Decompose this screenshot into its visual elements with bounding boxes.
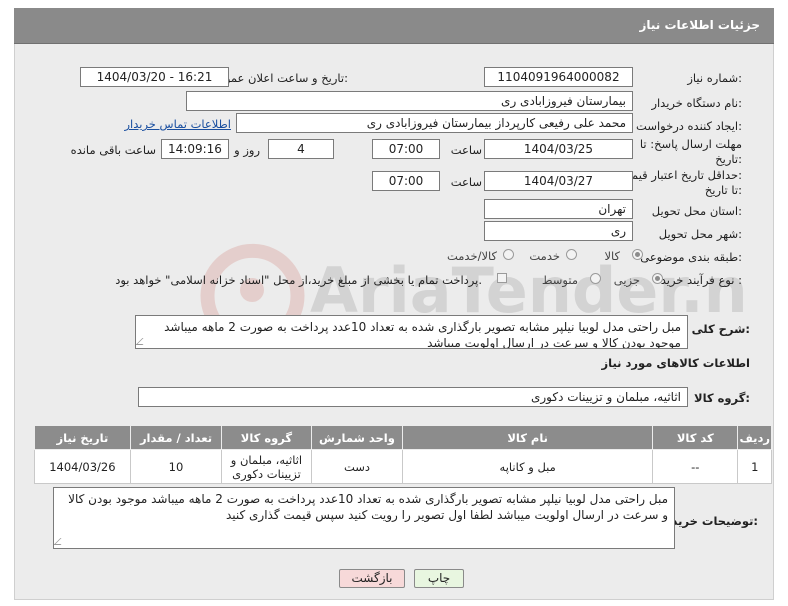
city-field[interactable]: ری <box>484 221 633 241</box>
purchase-option-minor: جزیی <box>613 273 640 287</box>
city-label: شهر محل تحویل: <box>658 227 742 241</box>
validity-label-line2: تا تاریخ: <box>704 183 742 197</box>
category-option-goods: کالا <box>604 249 620 263</box>
buyer-notes-text: مبل راحتی مدل لوبیا نیلپر مشابه تصویر با… <box>68 492 668 522</box>
category-option-service: خدمت <box>529 249 560 263</box>
goods-info-title: اطلاعات کالاهای مورد نیاز <box>601 356 750 370</box>
category-radio-goods[interactable] <box>632 249 643 260</box>
items-table: ردیف کد کالا نام کالا واحد شمارش گروه کا… <box>34 425 772 484</box>
need-number-field[interactable]: 1104091964000082 <box>484 67 633 87</box>
treasury-checkbox[interactable] <box>497 273 507 283</box>
category-option-goods-service: کالا/خدمت <box>446 249 497 263</box>
description-text: مبل راحتی مدل لوبیا نیلپر مشابه تصویر با… <box>164 320 681 349</box>
col-row: ردیف <box>737 425 772 450</box>
deadline-days-field[interactable]: 4 <box>268 139 334 159</box>
col-name: نام کالا <box>402 425 654 450</box>
announce-field[interactable]: 1404/03/20 - 16:21 <box>80 67 229 87</box>
col-group: گروه کالا <box>221 425 312 450</box>
buyer-org-label: نام دستگاه خریدار: <box>651 96 742 110</box>
resize-handle-icon[interactable] <box>136 338 150 345</box>
col-unit: واحد شمارش <box>310 425 404 450</box>
table-header-row: ردیف کد کالا نام کالا واحد شمارش گروه کا… <box>34 425 772 450</box>
cell-name: مبل و کاناپه <box>402 449 654 484</box>
back-button[interactable]: بازگشت <box>339 569 405 588</box>
buyer-notes-textarea[interactable]: مبل راحتی مدل لوبیا نیلپر مشابه تصویر با… <box>53 487 675 549</box>
remaining-time-field[interactable]: 14:09:16 <box>161 139 229 159</box>
creator-field[interactable]: محمد علی رفیعی کارپرداز بیمارستان فیروزا… <box>236 113 633 133</box>
page-title: جزئیات اطلاعات نیاز <box>639 18 760 32</box>
purchase-type-label: نوع فرآیند خرید : <box>660 273 742 287</box>
deadline-days-label: روز و <box>234 143 260 157</box>
cell-code: -- <box>652 449 739 484</box>
cell-qty: 10 <box>129 449 223 484</box>
deadline-label-line1: مهلت ارسال پاسخ: تا <box>639 137 742 151</box>
category-label: طبقه بندی موضوعی: <box>640 250 742 264</box>
validity-time-field[interactable]: 07:00 <box>372 171 440 191</box>
validity-time-label: ساعت <box>450 175 482 189</box>
announce-label: تاریخ و ساعت اعلان عمومی: <box>209 71 348 85</box>
cell-date: 1404/03/26 <box>34 449 131 484</box>
category-radio-service[interactable] <box>566 249 577 260</box>
buyer-notes-label: توضیحات خریدار: <box>660 514 758 528</box>
resize-handle-icon[interactable] <box>54 538 68 545</box>
print-button[interactable]: چاپ <box>414 569 464 588</box>
province-label: استان محل تحویل: <box>651 204 742 218</box>
validity-date-field[interactable]: 1404/03/27 <box>484 171 633 191</box>
category-radio-goods-service[interactable] <box>503 249 514 260</box>
goods-group-field[interactable]: اثاثیه، مبلمان و تزیینات دکوری <box>138 387 688 407</box>
goods-group-label: گروه کالا: <box>694 391 750 405</box>
treasury-checkbox-label: پرداخت تمام یا بخشی از مبلغ خرید،از محل … <box>115 273 482 287</box>
purchase-radio-minor[interactable] <box>652 273 663 284</box>
col-qty: تعداد / مقدار <box>129 425 223 450</box>
col-date: تاریخ نیاز <box>34 425 131 450</box>
cell-row: 1 <box>737 449 772 484</box>
remaining-time-label: ساعت باقی مانده <box>70 143 156 157</box>
province-field[interactable]: تهران <box>484 199 633 219</box>
buyer-contact-link[interactable]: اطلاعات تماس خریدار <box>124 117 231 131</box>
creator-label: ایجاد کننده درخواست: <box>636 119 742 133</box>
deadline-date-field[interactable]: 1404/03/25 <box>484 139 633 159</box>
validity-label-line1: حداقل تاریخ اعتبار قیمت: <box>620 168 742 182</box>
deadline-time-field[interactable]: 07:00 <box>372 139 440 159</box>
purchase-option-medium: متوسط <box>541 273 578 287</box>
col-code: کد کالا <box>652 425 739 450</box>
cell-unit: دست <box>310 449 404 484</box>
deadline-time-label: ساعت <box>450 143 482 157</box>
header-bar: جزئیات اطلاعات نیاز <box>14 8 774 44</box>
description-textarea[interactable]: مبل راحتی مدل لوبیا نیلپر مشابه تصویر با… <box>135 315 688 349</box>
buyer-org-field[interactable]: بیمارستان فیروزابادی ری <box>186 91 633 111</box>
need-number-label: شماره نیاز: <box>687 71 742 85</box>
purchase-radio-medium[interactable] <box>590 273 601 284</box>
deadline-label-line2: تاریخ: <box>715 152 742 166</box>
cell-group: اثاثیه، مبلمان و تزیینات دکوری <box>221 449 312 484</box>
table-row[interactable]: 1 -- مبل و کاناپه دست اثاثیه، مبلمان و ت… <box>34 449 772 484</box>
